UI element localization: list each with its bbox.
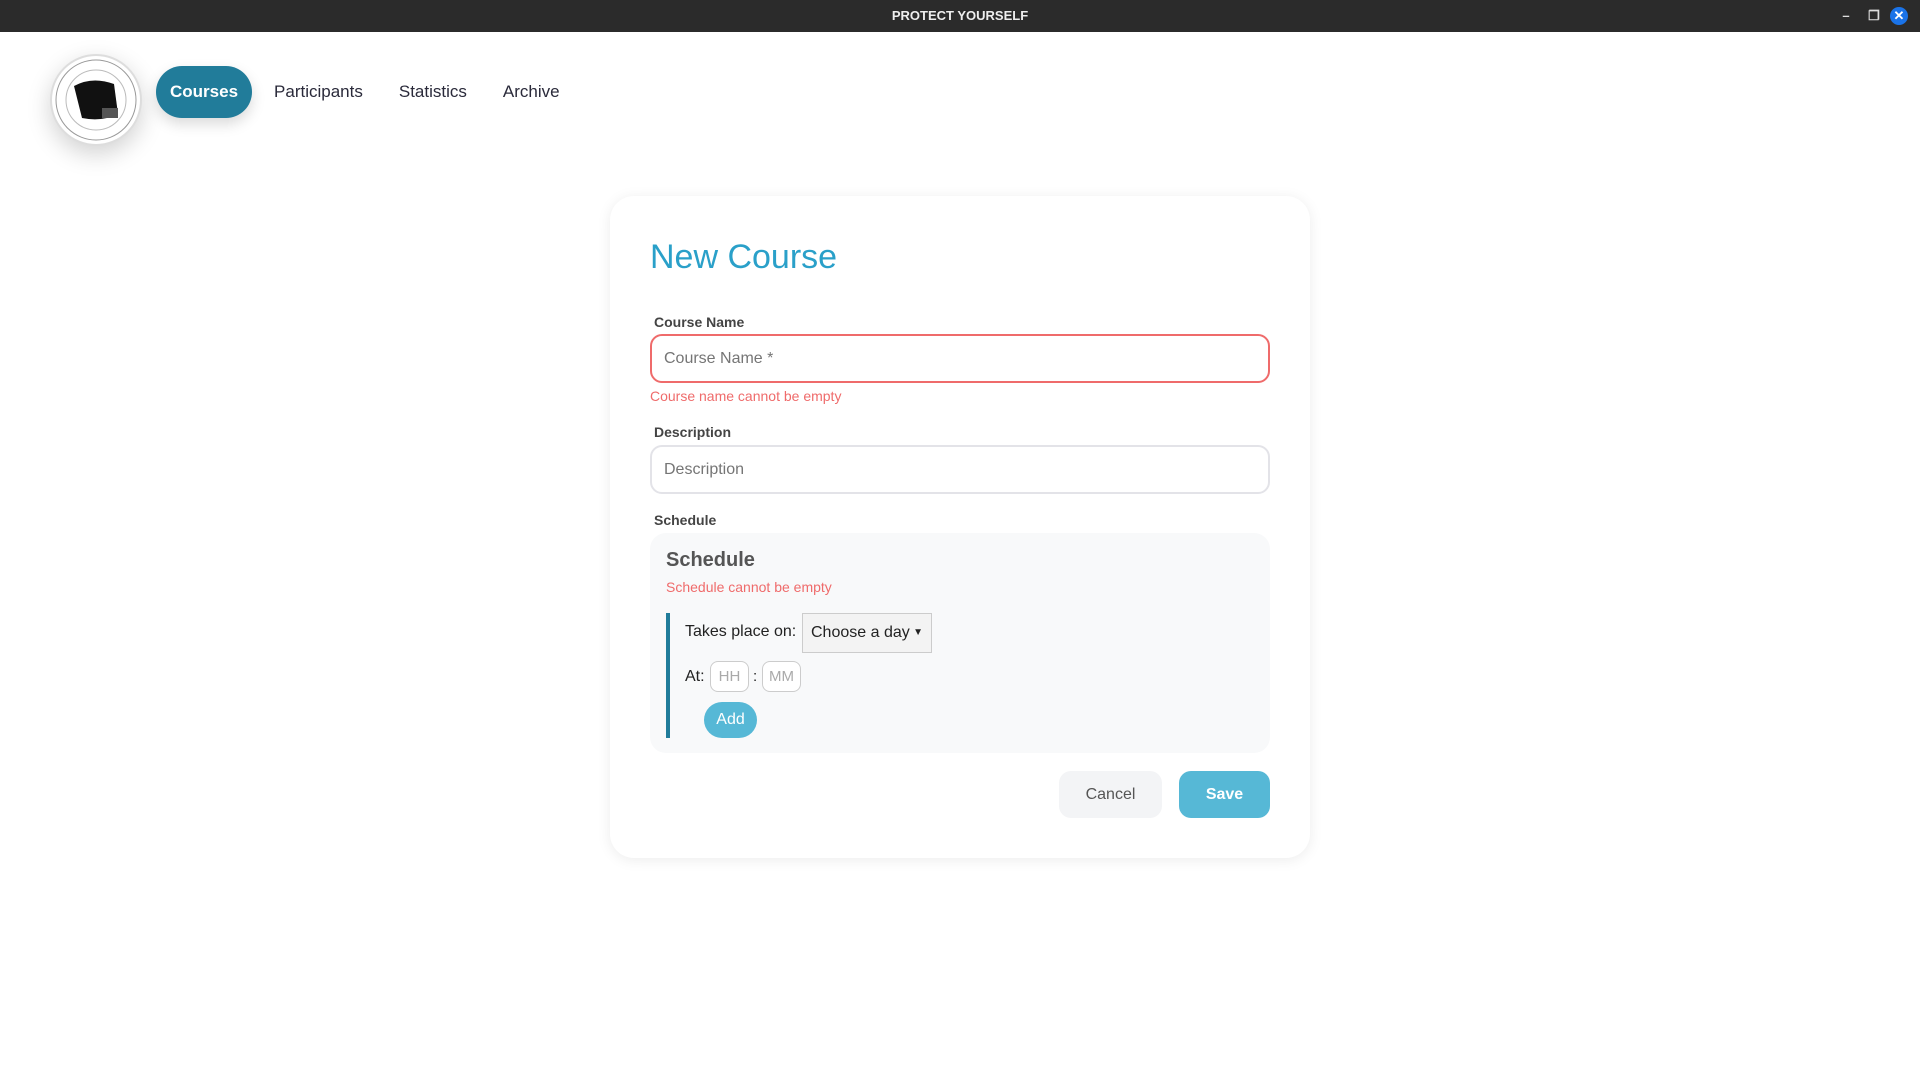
- schedule-entry-bar: [666, 613, 670, 738]
- logo[interactable]: [50, 54, 142, 146]
- window-title: PROTECT YOURSELF: [891, 8, 1029, 23]
- minute-input[interactable]: MM: [762, 661, 801, 692]
- schedule-label: Schedule: [654, 512, 717, 528]
- description-label: Description: [654, 424, 732, 440]
- day-select[interactable]: Choose a day ▼: [802, 613, 932, 653]
- close-icon[interactable]: ✕: [1890, 7, 1908, 25]
- nav-participants[interactable]: Participants: [274, 66, 363, 118]
- save-button[interactable]: Save: [1179, 771, 1270, 818]
- course-name-input[interactable]: [650, 334, 1270, 383]
- main-nav: Courses Participants Statistics Archive: [156, 66, 596, 118]
- dropdown-arrow-icon: ▼: [913, 627, 923, 638]
- schedule-panel: Schedule Schedule cannot be empty Takes …: [650, 533, 1270, 753]
- nav-statistics[interactable]: Statistics: [399, 66, 467, 118]
- schedule-error: Schedule cannot be empty: [666, 579, 832, 595]
- add-schedule-button[interactable]: Add: [704, 702, 757, 738]
- hour-input[interactable]: HH: [710, 661, 749, 692]
- at-label: At:: [685, 668, 705, 685]
- minimize-icon[interactable]: –: [1834, 0, 1858, 32]
- course-name-label: Course Name: [654, 314, 745, 330]
- title-bar: PROTECT YOURSELF – ❐ ✕: [0, 0, 1920, 32]
- description-input[interactable]: [650, 445, 1270, 494]
- maximize-icon[interactable]: ❐: [1862, 0, 1886, 32]
- nav-courses[interactable]: Courses: [156, 66, 253, 118]
- time-separator: :: [753, 668, 758, 685]
- cancel-button[interactable]: Cancel: [1059, 771, 1162, 818]
- new-course-card: New Course Course Name Course name canno…: [610, 196, 1310, 858]
- schedule-heading: Schedule: [666, 549, 755, 571]
- nav-archive[interactable]: Archive: [503, 66, 560, 118]
- page-title: New Course: [650, 238, 838, 276]
- day-select-value: Choose a day: [811, 624, 910, 641]
- takes-place-label: Takes place on:: [685, 623, 797, 640]
- course-name-error: Course name cannot be empty: [650, 388, 842, 404]
